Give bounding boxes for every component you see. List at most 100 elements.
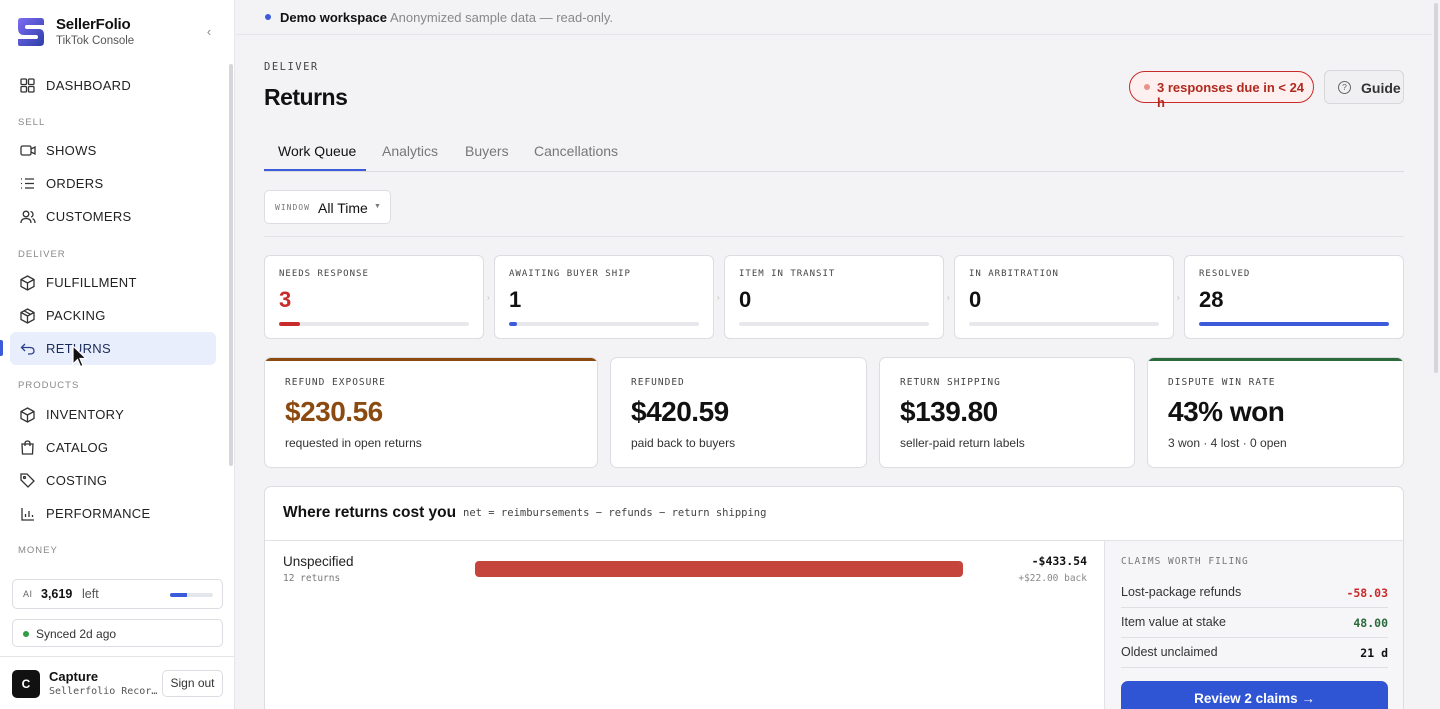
caret-down-icon: ▼ — [374, 203, 381, 210]
user-row: C Capture Sellerfolio Recor… Sign out — [0, 656, 235, 709]
cost-reason-row[interactable]: Unspecified 12 returns -$433.54 +$22.00 … — [265, 541, 1105, 601]
tab-analytics[interactable]: Analytics — [382, 143, 438, 159]
avatar[interactable]: C — [12, 670, 40, 698]
returns-cost-panel: Where returns cost you net = reimburseme… — [264, 486, 1404, 709]
ai-usage-bar — [170, 593, 213, 597]
money-subtext: paid back to buyers — [631, 436, 736, 450]
ai-credit-suffix: left — [82, 587, 99, 601]
video-camera-icon — [19, 142, 36, 159]
sidebar-item-returns[interactable]: RETURNS — [10, 332, 216, 365]
sidebar-item-label: SHOWS — [46, 143, 97, 158]
page-scrollbar[interactable] — [1434, 3, 1438, 373]
money-value: $420.59 — [631, 396, 729, 427]
money-label: REFUNDED — [631, 377, 685, 388]
pipeline-progress — [969, 322, 1159, 326]
sync-status-text: Synced 2d ago — [36, 627, 117, 641]
tab-cancellations[interactable]: Cancellations — [534, 143, 618, 159]
ai-credits[interactable]: AI 3,619 left — [12, 579, 223, 609]
sidebar-scrollbar[interactable] — [229, 64, 233, 466]
user-subtitle: Sellerfolio Recor… — [49, 686, 158, 697]
card-accent-bar — [265, 358, 597, 361]
money-label: DISPUTE WIN RATE — [1168, 377, 1276, 388]
divider — [264, 236, 1404, 237]
pipeline-card-resolved[interactable]: RESOLVED 28 — [1184, 255, 1404, 339]
sidebar-item-customers[interactable]: CUSTOMERS — [10, 200, 216, 233]
claim-row: Item value at stake 48.00 — [1121, 608, 1388, 638]
window-select-tag: WINDOW — [275, 203, 310, 212]
sidebar-item-fulfillment[interactable]: FULFILLMENT — [10, 266, 216, 299]
claim-value: -58.03 — [1346, 586, 1388, 600]
responses-due-text: 3 responses due in < 24 h — [1157, 80, 1305, 110]
claim-row: Oldest unclaimed 21 d — [1121, 638, 1388, 668]
box-icon — [19, 274, 36, 291]
nav-section-money: MONEY — [18, 545, 58, 556]
nav-section-products: PRODUCTS — [18, 380, 80, 391]
sidebar: SellerFolio TikTok Console ‹ DASHBOARD S… — [0, 0, 235, 709]
sidebar-item-performance[interactable]: PERFORMANCE — [10, 497, 216, 530]
pipeline-card-in-arbitration[interactable]: IN ARBITRATION 0 — [954, 255, 1174, 339]
pipeline-value: 3 — [279, 287, 292, 312]
pipeline-label: ITEM IN TRANSIT — [739, 269, 836, 279]
tab-work-queue[interactable]: Work Queue — [278, 143, 356, 159]
banner-status-dot — [265, 14, 271, 20]
nav-section-sell: SELL — [18, 117, 46, 128]
tab-buyers[interactable]: Buyers — [465, 143, 509, 159]
demo-banner: Demo workspace Anonymized sample data — … — [236, 0, 1432, 35]
money-value: $139.80 — [900, 396, 998, 427]
sidebar-item-orders[interactable]: ORDERS — [10, 167, 216, 200]
brand-name: SellerFolio — [56, 16, 131, 33]
banner-title: Demo workspace — [280, 10, 387, 25]
ai-usage-fill — [170, 593, 188, 597]
pipeline-progress-fill — [279, 322, 300, 326]
reason-net-bar[interactable] — [475, 561, 963, 577]
claims-panel: CLAIMS WORTH FILING Lost-package refunds… — [1104, 541, 1403, 709]
money-card-refunded: REFUNDED $420.59 paid back to buyers — [610, 357, 867, 468]
banner-subtitle: Anonymized sample data — read-only. — [390, 10, 614, 25]
guide-button-label: Guide — [1361, 80, 1401, 96]
sign-out-button[interactable]: Sign out — [162, 670, 223, 697]
sidebar-item-catalog[interactable]: CATALOG — [10, 431, 216, 464]
ai-credit-count: 3,619 — [41, 587, 73, 601]
pipeline-label: NEEDS RESPONSE — [279, 269, 369, 279]
sidebar-item-dashboard[interactable]: DASHBOARD — [10, 69, 216, 102]
pipeline-progress — [739, 322, 929, 326]
guide-button[interactable]: ? Guide — [1324, 70, 1404, 104]
bar-chart-icon — [19, 505, 36, 522]
nav-section-deliver: DELIVER — [18, 249, 66, 260]
responses-due-badge[interactable]: 3 responses due in < 24 h — [1129, 71, 1314, 110]
claim-label: Lost-package refunds — [1121, 585, 1242, 599]
help-circle-icon: ? — [1338, 81, 1351, 94]
money-value: $230.56 — [285, 396, 383, 427]
pipeline-label: RESOLVED — [1199, 269, 1251, 279]
user-name: Capture — [49, 669, 99, 684]
pipeline-card-needs-response[interactable]: NEEDS RESPONSE 3 — [264, 255, 484, 339]
sidebar-item-packing[interactable]: PACKING — [10, 299, 216, 332]
brand[interactable]: SellerFolio TikTok Console — [17, 16, 222, 48]
window-select[interactable]: WINDOW All Time ▼ — [264, 190, 391, 224]
pipeline-card-awaiting-buyer-ship[interactable]: AWAITING BUYER SHIP 1 — [494, 255, 714, 339]
pipeline-progress-fill — [1199, 322, 1389, 326]
claims-title: CLAIMS WORTH FILING — [1121, 556, 1249, 567]
sidebar-item-costing[interactable]: COSTING — [10, 464, 216, 497]
money-card-refund-exposure: REFUND EXPOSURE $230.56 requested in ope… — [264, 357, 598, 468]
pipeline-value: 0 — [969, 287, 982, 312]
pipeline-progress — [1199, 322, 1389, 326]
pipeline-card-item-in-transit[interactable]: ITEM IN TRANSIT 0 — [724, 255, 944, 339]
chevron-right-icon: › — [947, 293, 950, 302]
collapse-sidebar-chevron-left-icon[interactable]: ‹ — [202, 25, 216, 39]
sync-status-dot — [23, 631, 29, 637]
sidebar-item-label: PERFORMANCE — [46, 506, 151, 521]
sidebar-item-shows[interactable]: SHOWS — [10, 134, 216, 167]
cost-formula: net = reimbursements − refunds − return … — [463, 507, 767, 519]
money-value: 43% won — [1168, 396, 1285, 427]
sidebar-item-inventory[interactable]: INVENTORY — [10, 398, 216, 431]
tag-icon — [19, 472, 36, 489]
review-claims-button[interactable]: Review 2 claims → — [1121, 681, 1388, 709]
return-arrow-icon — [19, 340, 36, 357]
mouse-pointer-icon — [72, 345, 88, 368]
sync-status[interactable]: Synced 2d ago — [12, 619, 223, 647]
returns-tabs: Work Queue Analytics Buyers Cancellation… — [264, 134, 1404, 172]
ai-tag: AI — [23, 589, 33, 599]
users-icon — [19, 208, 36, 225]
box-icon — [19, 406, 36, 423]
